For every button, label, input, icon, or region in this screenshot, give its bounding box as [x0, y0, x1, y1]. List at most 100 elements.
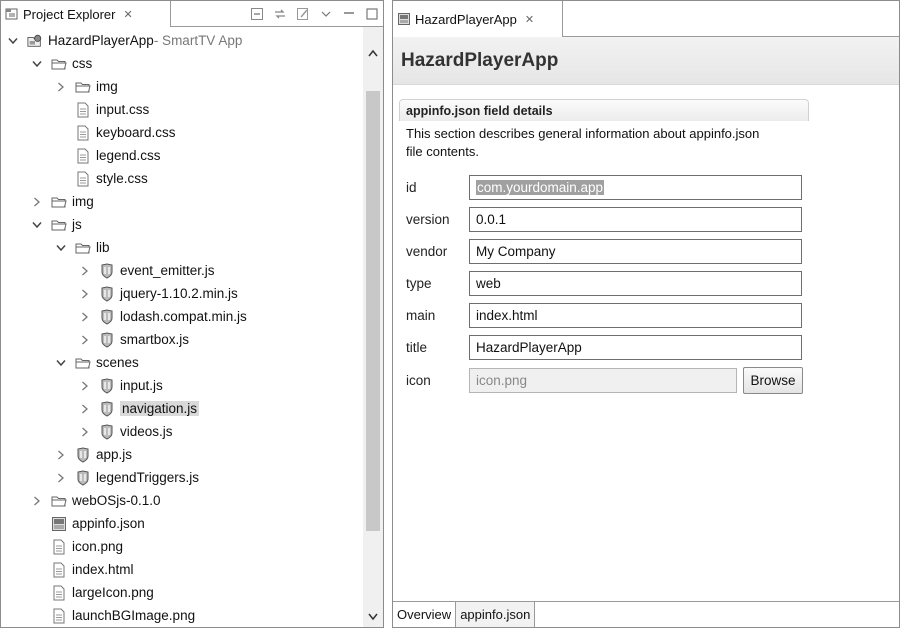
chevron-right-icon[interactable]: [31, 495, 43, 507]
chevron-right-icon[interactable]: [79, 265, 91, 277]
tree-item[interactable]: index.html: [1, 558, 363, 581]
close-icon[interactable]: ✕: [525, 13, 534, 26]
folder-icon: [75, 240, 91, 256]
tree-item[interactable]: css: [1, 52, 363, 75]
field-row-type: type: [406, 270, 802, 296]
tree-item[interactable]: js: [1, 213, 363, 236]
tab-overview[interactable]: Overview: [393, 602, 457, 627]
tree-item[interactable]: style.css: [1, 167, 363, 190]
file-icon: [51, 562, 67, 578]
link-with-editor-icon[interactable]: [273, 7, 287, 21]
tree-item[interactable]: smartbox.js: [1, 328, 363, 351]
tree-scrollbar[interactable]: [363, 27, 383, 627]
chevron-right-icon[interactable]: [55, 81, 67, 93]
chevron-right-icon[interactable]: [79, 288, 91, 300]
folder-icon: [51, 493, 67, 509]
scroll-up-icon[interactable]: [363, 43, 383, 63]
tree-item-label: legend.css: [96, 148, 161, 163]
main-label: main: [406, 307, 436, 323]
chevron-right-icon[interactable]: [79, 334, 91, 346]
main-field[interactable]: [469, 302, 802, 328]
tree-item[interactable]: legend.css: [1, 144, 363, 167]
version-field[interactable]: [469, 206, 802, 232]
json-file-icon: [51, 516, 67, 532]
section-header[interactable]: appinfo.json field details: [399, 99, 809, 121]
filter-icon[interactable]: [296, 7, 310, 21]
chevron-right-icon[interactable]: [79, 403, 91, 415]
tree-item[interactable]: img: [1, 75, 363, 98]
tree-item[interactable]: largeIcon.png: [1, 581, 363, 604]
tree-item[interactable]: lodash.compat.min.js: [1, 305, 363, 328]
section-title: appinfo.json field details: [406, 103, 553, 118]
tree-item[interactable]: app.js: [1, 443, 363, 466]
chevron-down-icon[interactable]: [31, 219, 43, 231]
tree-item[interactable]: input.js: [1, 374, 363, 397]
icon-label: icon: [406, 372, 431, 388]
field-row-version: version: [406, 206, 802, 232]
tree-item[interactable]: img: [1, 190, 363, 213]
project-explorer-panel: Project Explorer ✕ HazardPlayerApp - Sma…: [0, 0, 384, 628]
chevron-right-icon[interactable]: [31, 196, 43, 208]
tree-item-label: lodash.compat.min.js: [120, 309, 247, 324]
tree-item[interactable]: input.css: [1, 98, 363, 121]
tree-item[interactable]: videos.js: [1, 420, 363, 443]
tree-item[interactable]: HazardPlayerApp - SmartTV App: [1, 29, 363, 52]
tree-item[interactable]: navigation.js: [1, 397, 363, 420]
tab-project-explorer[interactable]: Project Explorer ✕: [1, 1, 171, 27]
tree-item-label: input.css: [96, 102, 150, 117]
folder-icon: [75, 79, 91, 95]
tab-appinfo-json[interactable]: appinfo.json: [456, 602, 536, 627]
tree-item[interactable]: icon.png: [1, 535, 363, 558]
tab-hazardplayerapp[interactable]: HazardPlayerApp ✕: [393, 1, 563, 37]
maximize-icon[interactable]: [365, 7, 379, 21]
tree-item[interactable]: scenes: [1, 351, 363, 374]
js-file-icon: [99, 308, 115, 325]
tree-item[interactable]: legendTriggers.js: [1, 466, 363, 489]
tree-item-label: app.js: [96, 447, 133, 462]
chevron-down-icon[interactable]: [7, 35, 19, 47]
tree-item[interactable]: jquery-1.10.2.min.js: [1, 282, 363, 305]
title-field[interactable]: [469, 334, 802, 360]
collapse-all-icon[interactable]: [250, 7, 264, 21]
scroll-down-icon[interactable]: [363, 607, 383, 627]
tree-item[interactable]: lib: [1, 236, 363, 259]
form-header: HazardPlayerApp: [393, 37, 899, 85]
tree-item[interactable]: keyboard.css: [1, 121, 363, 144]
close-icon[interactable]: ✕: [123, 8, 132, 21]
tree-item-label: css: [72, 56, 93, 71]
browse-button[interactable]: Browse: [743, 366, 803, 394]
project-explorer-icon: [5, 7, 19, 21]
chevron-down-icon[interactable]: [31, 58, 43, 70]
chevron-right-icon[interactable]: [79, 311, 91, 323]
file-icon: [51, 585, 67, 601]
js-file-icon: [99, 377, 115, 394]
json-file-icon: [397, 12, 411, 26]
view-menu-icon[interactable]: [319, 7, 333, 21]
chevron-right-icon[interactable]: [55, 449, 67, 461]
chevron-right-icon[interactable]: [79, 380, 91, 392]
tree-item-label: index.html: [72, 562, 134, 577]
tree-item[interactable]: appinfo.json: [1, 512, 363, 535]
tree-item-label: largeIcon.png: [72, 585, 154, 600]
scrollbar-thumb[interactable]: [366, 91, 380, 531]
editor-tab-bar: HazardPlayerApp ✕: [393, 1, 899, 37]
tree-item[interactable]: webOSjs-0.1.0: [1, 489, 363, 512]
chevron-right-icon[interactable]: [55, 472, 67, 484]
tree-item-label: input.js: [120, 378, 163, 393]
id-field[interactable]: com.yourdomain.app: [469, 174, 802, 200]
explorer-tab-bar: Project Explorer ✕: [1, 1, 383, 27]
chevron-down-icon[interactable]: [55, 357, 67, 369]
chevron-right-icon[interactable]: [79, 426, 91, 438]
minimize-icon[interactable]: [342, 7, 356, 21]
vendor-field[interactable]: [469, 238, 802, 264]
folder-icon: [75, 355, 91, 371]
id-field-value: com.yourdomain.app: [476, 179, 605, 195]
tree-item[interactable]: launchBGImage.png: [1, 604, 363, 627]
chevron-down-icon[interactable]: [55, 242, 67, 254]
tree-item-label: keyboard.css: [96, 125, 176, 140]
tree-item[interactable]: event_emitter.js: [1, 259, 363, 282]
type-field[interactable]: [469, 270, 802, 296]
